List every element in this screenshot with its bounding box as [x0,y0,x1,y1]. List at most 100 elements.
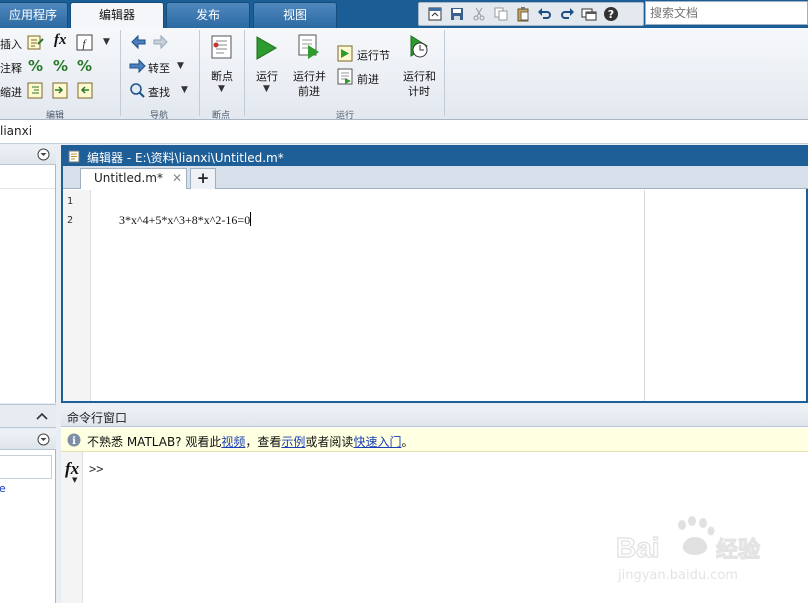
advance-button[interactable]: 前进 [357,71,379,87]
current-folder-panel-header [0,145,56,165]
goto-icon[interactable] [129,58,146,75]
forward-arrow-icon[interactable] [152,34,169,51]
comment-percent-icon[interactable]: % [28,57,43,75]
info-icon: i [67,433,81,447]
panel-menu-chevron-icon[interactable] [37,433,50,446]
run-section-icon[interactable] [337,45,354,62]
tab-apps-label: 应用程序 [8,8,57,22]
indent-button[interactable]: 缩进 [0,84,22,100]
paste-icon[interactable] [515,6,531,22]
command-prompt: >> [89,462,104,476]
svg-text:Bai: Bai [616,532,660,563]
ribbon-separator [120,30,121,116]
ribbon-separator [244,30,245,116]
svg-text:?: ? [608,8,614,21]
baidu-paw-logo-icon: Bai 经验 jingyan.baidu.com [615,516,761,583]
insert-function-button[interactable]: fx [54,32,67,49]
command-window-header: 命令行窗口 [61,405,808,427]
command-prompt-line[interactable]: fx ▼ >> [65,459,103,484]
redo-icon[interactable] [559,6,575,22]
undo-icon[interactable] [537,6,553,22]
insert-button[interactable]: 插入 [0,36,22,52]
code-line: 3*x^4+5*x^3+8*x^2-16=0 [119,213,251,227]
getting-started-link[interactable]: 快速入门 [353,435,401,449]
run-and-advance-label-2[interactable]: 前进 [298,83,320,99]
editor-tab-untitled[interactable]: Untitled.m* ✕ [80,168,187,189]
workspace-panel: e [0,430,56,603]
getting-started-info-bar: i 不熟悉 MATLAB? 观看此视频，查看示例或者阅读快速入门。 [61,428,808,452]
info-text: 或者阅读 [305,435,354,449]
editor-tab-strip: Untitled.m* ✕ + [63,166,808,189]
comment-button[interactable]: 注释 [0,60,22,76]
cell-format-icon[interactable]: f [76,34,93,51]
breakpoints-dropdown-caret[interactable]: ▼ [218,84,225,94]
quick-access-toolbar: ? [418,2,644,26]
run-and-time-label-1[interactable]: 运行和 [403,68,436,84]
copy-icon[interactable] [493,6,509,22]
tab-view-label: 视图 [282,8,307,22]
info-message: 不熟悉 MATLAB? 观看此视频，查看示例或者阅读快速入门。 [87,433,413,450]
run-icon[interactable] [253,34,279,62]
decrease-indent-icon[interactable] [77,82,94,99]
goto-dropdown-caret[interactable]: ▼ [177,61,184,71]
tab-publish-label: 发布 [195,8,220,22]
run-button[interactable]: 运行 [256,68,278,84]
svg-text:经验: 经验 [716,537,760,563]
switch-window-icon[interactable] [581,6,597,22]
workspace-link-fragment[interactable]: e [0,482,6,495]
goto-button[interactable]: 转至 [148,60,170,76]
run-and-advance-label-1[interactable]: 运行并 [293,68,326,84]
run-and-time-label-2[interactable]: 计时 [408,83,430,99]
insert-icon[interactable] [27,34,44,51]
info-text: 不熟悉 MATLAB? 观看此 [87,435,222,449]
run-section-button[interactable]: 运行节 [357,47,390,63]
new-tab-button[interactable]: + [190,168,216,189]
search-input[interactable] [646,2,807,24]
increase-indent-icon[interactable] [52,82,69,99]
current-folder-bar[interactable]: lianxi [0,120,808,144]
tab-editor[interactable]: 编辑器 [70,2,164,28]
baidu-jingyan-watermark-logo: Bai 经验 jingyan.baidu.com [612,515,782,587]
panel-menu-chevron-icon[interactable] [37,148,50,161]
insert-dropdown-caret[interactable]: ▼ [103,37,110,47]
run-and-advance-icon[interactable] [296,33,322,61]
collapse-up-chevron-icon[interactable] [36,411,48,421]
editor-title: 编辑器 - E:\资料\lianxi\Untitled.m* [87,151,284,165]
toolstrip-tab-bar: 应用程序 编辑器 发布 视图 ? [0,0,808,28]
find-dropdown-caret[interactable]: ▼ [181,85,188,95]
breakpoints-icon[interactable] [209,34,235,60]
breakpoints-button[interactable]: 断点 [211,68,233,84]
current-folder-panel [0,145,56,403]
find-button[interactable]: 查找 [148,84,170,100]
search-documentation-box [645,1,808,25]
advance-icon[interactable] [337,68,354,85]
tab-publish[interactable]: 发布 [166,2,250,28]
new-window-icon[interactable] [427,6,443,22]
close-tab-icon[interactable]: ✕ [172,171,182,185]
panel-divider [0,188,55,189]
editor-ribbon: 插入 fx f ▼ 注释 % % % 缩进 编辑 转至 ▼ 查找 ▼ 导航 断点… [0,28,808,121]
save-icon[interactable] [449,6,465,22]
run-and-time-icon[interactable] [405,33,433,61]
editor-window: 编辑器 - E:\资料\lianxi\Untitled.m* Untitled.… [61,145,808,403]
workspace-panel-header [0,430,56,450]
back-arrow-icon[interactable] [130,34,147,51]
video-link[interactable]: 视频 [221,435,245,449]
find-icon[interactable] [129,82,146,99]
tab-view[interactable]: 视图 [253,2,337,28]
function-browser-caret-icon[interactable]: ▼ [72,476,77,484]
add-tab-icon: + [196,169,210,187]
code-editor-text-area[interactable]: 3*x^4+5*x^3+8*x^2-16=0 [119,212,252,228]
help-icon[interactable]: ? [603,6,619,22]
tab-apps[interactable]: 应用程序 [0,2,68,28]
watermark-url: jingyan.baidu.com [617,568,738,583]
examples-link[interactable]: 示例 [281,435,305,449]
uncomment-icon[interactable]: % [53,57,68,75]
wrap-comment-icon[interactable]: % [77,57,92,75]
cut-icon[interactable] [471,6,487,22]
svg-text:i: i [72,436,76,447]
line-number-gutter: 1 2 [63,190,91,401]
smart-indent-icon[interactable] [27,82,44,99]
command-window-title: 命令行窗口 [67,411,128,425]
run-dropdown-caret[interactable]: ▼ [263,84,270,94]
